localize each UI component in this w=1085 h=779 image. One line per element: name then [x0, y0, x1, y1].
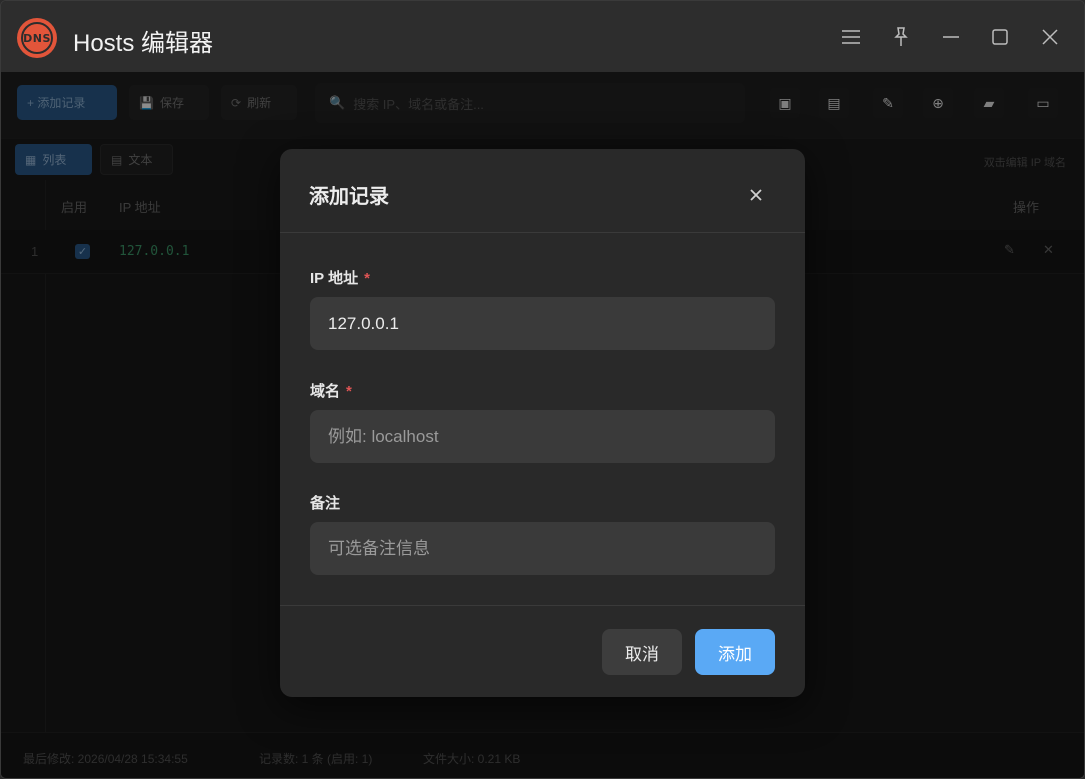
menu-icon[interactable] [835, 21, 867, 53]
dialog-header: 添加记录 [280, 149, 805, 233]
dns-logo-icon: DNS [17, 18, 57, 58]
close-icon[interactable] [742, 181, 770, 209]
pin-icon[interactable] [885, 21, 917, 53]
note-input[interactable] [310, 522, 775, 575]
ip-address-input[interactable] [310, 297, 775, 350]
note-label-text: 备注 [310, 495, 341, 512]
minimize-icon[interactable] [935, 21, 967, 53]
close-window-icon[interactable] [1034, 21, 1066, 53]
note-field-label: 备注 [310, 492, 340, 513]
title-bar: DNS Hosts 编辑器 [1, 1, 1084, 72]
domain-field-label: 域名 * [310, 380, 352, 401]
maximize-icon[interactable] [984, 21, 1016, 53]
ip-field-label: IP 地址 * [310, 267, 370, 288]
add-button[interactable]: 添加 [695, 629, 775, 675]
ip-label-text: IP 地址 [310, 270, 359, 287]
domain-input[interactable] [310, 410, 775, 463]
dialog-footer: 取消 添加 [280, 605, 805, 697]
add-record-dialog: 添加记录 IP 地址 * 域名 * 备注 取消 添加 [280, 149, 805, 697]
dialog-title: 添加记录 [309, 186, 389, 208]
required-mark: * [364, 270, 370, 287]
window-title: Hosts 编辑器 [73, 30, 214, 57]
domain-label-text: 域名 [310, 383, 341, 400]
app-window: DNS Hosts 编辑器 + 添加记录 💾 保存 ⟳ 刷新 🔍 搜索 IP、域… [0, 0, 1085, 779]
required-mark: * [346, 383, 352, 400]
logo-text: DNS [21, 22, 53, 54]
cancel-button[interactable]: 取消 [602, 629, 682, 675]
